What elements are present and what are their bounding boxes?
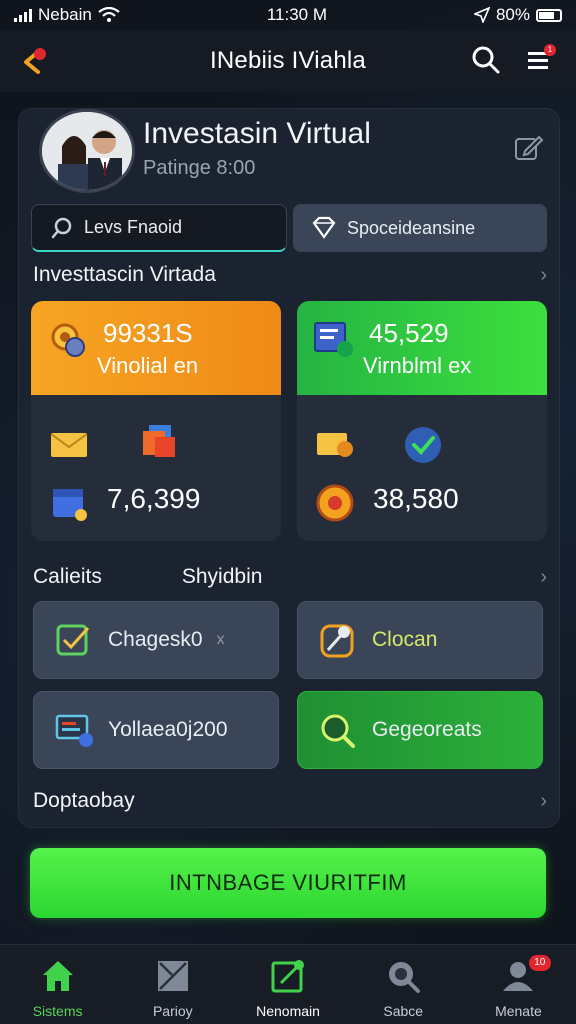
- nav-label: Nenomain: [256, 1003, 320, 1019]
- profile-subtitle: Patinge 8:00: [143, 157, 256, 179]
- section-title-display: Doptaobay: [33, 789, 135, 812]
- battery-percent: 80%: [495, 5, 530, 24]
- diamond-icon: [312, 216, 336, 239]
- stat-value: 45,529: [369, 317, 449, 348]
- section-title: Investtascin Virtada: [33, 263, 216, 286]
- avatar[interactable]: [39, 109, 135, 193]
- monitor-check-icon: [55, 714, 93, 747]
- stat-card-body: 7,6,399: [31, 395, 281, 541]
- chevron-right-icon[interactable]: ›: [540, 566, 547, 589]
- profile-section: Investasin Virtual Patinge 8:00: [29, 109, 549, 199]
- calendar-icon: [53, 489, 87, 521]
- nav-label: Sabce: [383, 1003, 424, 1019]
- search-tag-icon: [51, 217, 72, 238]
- action-chagesk-button[interactable]: Chagesk0 x: [33, 601, 279, 679]
- stat-card-orange[interactable]: 99331S Vinolial en 7,6,399: [31, 301, 281, 541]
- search-icon: [389, 962, 421, 993]
- primary-cta-button[interactable]: INTNBAGE VIURITFIM: [30, 848, 546, 918]
- user-badge: 10: [528, 955, 551, 971]
- calendar-shortcuts-header: Calieits Shyidbin ›: [33, 565, 547, 589]
- tab-label: Spoceideansine: [347, 217, 476, 238]
- action-clocan-button[interactable]: Clocan: [297, 601, 543, 679]
- magnifier-leaf-icon: [321, 714, 355, 748]
- stat-card-header: 99331S Vinolial en: [31, 301, 281, 395]
- pencil-icon: [515, 135, 544, 160]
- action-label: Chagesk0: [108, 628, 203, 651]
- cta-label: INTNBAGE VIURITFIM: [169, 870, 407, 895]
- nav-item-sabce[interactable]: Sabce: [346, 945, 461, 1024]
- location-icon: [473, 7, 490, 23]
- section-title-calendar: Calieits: [33, 565, 102, 588]
- wifi-icon: [98, 7, 120, 22]
- nav-item-sistems[interactable]: Sistems: [0, 945, 115, 1024]
- action-suffix: x: [216, 631, 225, 648]
- nav-label: Parioy: [152, 1003, 193, 1019]
- chevron-right-icon: ›: [540, 789, 547, 812]
- back-badge-dot: [34, 48, 46, 60]
- header-menu-button[interactable]: 1: [524, 44, 556, 76]
- app-title: INebiis IViahla: [210, 47, 366, 74]
- nav-label: Sistems: [32, 1003, 83, 1019]
- stat-card-green[interactable]: 45,529 Virnblml ex 38,580: [297, 301, 547, 541]
- tab-label: Levs Fnaoid: [84, 217, 183, 237]
- nav-item-menate[interactable]: 10 Menate: [461, 945, 576, 1024]
- back-button[interactable]: [16, 44, 52, 80]
- mail-coin-icon: [317, 433, 353, 457]
- action-label: Yollaea0j200: [108, 718, 228, 741]
- signal-icon: [14, 8, 32, 22]
- document-check-icon: [314, 322, 353, 357]
- star-badge-icon: [316, 484, 354, 522]
- investments-header[interactable]: Investtascin Virtada ›: [33, 263, 547, 287]
- status-left: Nebain: [14, 5, 120, 25]
- carrier-label: Nebain: [38, 5, 92, 24]
- tab-levs-fnaoid[interactable]: Levs Fnaoid: [31, 204, 287, 252]
- profile-photo-icon: [42, 112, 132, 190]
- header-search-button[interactable]: [470, 44, 502, 76]
- main-card: Investasin Virtual Patinge 8:00 Levs Fna…: [18, 108, 560, 828]
- battery-icon: [535, 8, 562, 22]
- stat-label: Virnblml ex: [363, 352, 472, 378]
- folders-icon: [143, 425, 175, 457]
- profile-name: Investasin Virtual: [143, 117, 371, 150]
- stat-value: 99331S: [103, 317, 193, 348]
- stat-bottom-value: 38,580: [373, 483, 459, 514]
- stat-card-body: 38,580: [297, 395, 547, 541]
- nav-item-parioy[interactable]: Parioy: [115, 945, 230, 1024]
- action-gegeoreats-button[interactable]: Gegeoreats: [297, 691, 543, 769]
- stat-card-header: 45,529 Virnblml ex: [297, 301, 547, 395]
- bottom-nav: Sistems Parioy Nenomain Sabce 10 Menate: [0, 944, 576, 1024]
- section-title-shortcuts: Shyidbin: [181, 565, 263, 588]
- action-label: Clocan: [372, 628, 438, 651]
- stat-bottom-value: 7,6,399: [107, 483, 201, 514]
- tab-bar: Levs Fnaoid Spoceideansine: [31, 204, 547, 252]
- status-right: 80%: [473, 5, 562, 25]
- chevron-left-icon: [24, 50, 40, 74]
- portfolio-icon: [157, 961, 188, 991]
- home-icon: [42, 961, 73, 991]
- edit-profile-button[interactable]: [513, 131, 545, 163]
- edit-chart-icon: [271, 960, 304, 993]
- check-badge-icon: [405, 427, 441, 463]
- gear-chart-icon: [51, 323, 85, 357]
- display-header[interactable]: Doptaobay ›: [33, 789, 547, 813]
- link-icon: [320, 624, 354, 658]
- chevron-right-icon: ›: [540, 263, 547, 286]
- check-edit-icon: [56, 624, 90, 656]
- search-icon: [472, 46, 500, 74]
- envelope-icon: [50, 433, 88, 457]
- status-time: 11:30 M: [266, 5, 327, 24]
- action-yollaea-button[interactable]: Yollaea0j200: [33, 691, 279, 769]
- stat-label: Vinolial en: [97, 352, 199, 378]
- status-bar: Nebain 11:30 M 80%: [0, 0, 576, 30]
- app-header: INebiis IViahla 1: [0, 30, 576, 92]
- nav-label: Menate: [495, 1003, 542, 1019]
- menu-badge: 1: [544, 44, 556, 56]
- action-label: Gegeoreats: [372, 718, 482, 741]
- tab-spoceideansine[interactable]: Spoceideansine: [293, 204, 547, 252]
- nav-item-nenomain[interactable]: Nenomain: [230, 945, 345, 1024]
